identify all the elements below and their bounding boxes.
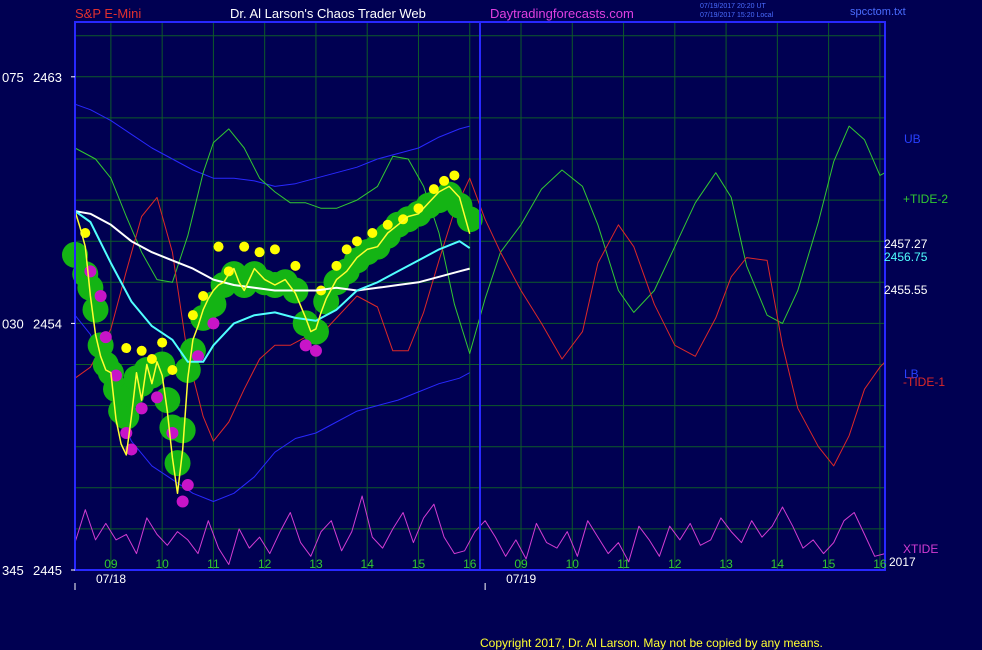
yellow-marker (290, 260, 301, 271)
yellow-marker (331, 260, 342, 271)
x-tick-label: 14 (771, 557, 785, 571)
yellow-marker (167, 364, 178, 375)
yellow-marker (187, 310, 198, 321)
chaos-trader-chart: 075 2463 030 2454 345 2445 09 10 11 12 13 14 15 16 09 1… (0, 0, 982, 650)
magenta-marker (181, 479, 194, 492)
x-tick-label: 10 (155, 557, 169, 571)
y-tick-label: 2454 (33, 316, 62, 331)
x-tick-label: 09 (104, 557, 118, 571)
copyright-notice: Copyright 2017, Dr. Al Larson. May not b… (480, 636, 823, 650)
green-marker (164, 450, 191, 477)
date-label: 07/18 (96, 572, 126, 586)
x-tick-label: 10 (566, 557, 580, 571)
magenta-marker (207, 317, 220, 330)
x-tick-label: 16 (463, 557, 477, 571)
fast-ma-last-label: 2456.75 (884, 250, 928, 264)
magenta-marker (94, 290, 107, 302)
y-tick-prefix: 075 (2, 70, 24, 85)
green-marker (82, 296, 109, 323)
magenta-marker (151, 391, 164, 404)
x-tick-label: 11 (617, 557, 630, 571)
chart-title: Dr. Al Larson's Chaos Trader Web (230, 6, 426, 21)
yellow-marker (239, 241, 250, 252)
x-tick-label: 13 (309, 557, 323, 571)
yellow-marker (351, 236, 362, 247)
ub-label: UB (904, 132, 921, 146)
yellow-marker (413, 203, 424, 214)
symbol-label: S&P E-Mini (75, 6, 141, 21)
timestamp-ut: 07/19/2017 20:20 UT (700, 3, 766, 10)
y-tick-prefix: 030 (2, 316, 24, 331)
date-label: 07/19 (506, 572, 536, 586)
x-tick-label: 15 (412, 557, 426, 571)
yellow-marker (269, 244, 280, 255)
magenta-marker (99, 331, 112, 344)
magenta-marker (166, 427, 179, 439)
data-file-name: spcctom.txt (850, 6, 906, 18)
yellow-marker (146, 354, 157, 365)
y-tick-label: 2463 (33, 70, 62, 85)
y-tick-prefix: 345 (2, 563, 24, 578)
chart-background (0, 0, 982, 650)
magenta-marker (192, 350, 205, 363)
xtide-label: XTIDE (903, 542, 938, 556)
magenta-marker (176, 495, 189, 508)
magenta-marker (84, 265, 97, 278)
yellow-marker (213, 241, 224, 252)
x-tick-label: 12 (258, 557, 272, 571)
yellow-marker (367, 227, 378, 238)
x-tick-label: 13 (719, 557, 733, 571)
yellow-marker (198, 291, 209, 301)
site-link[interactable]: Daytradingforecasts.com (490, 6, 634, 21)
tide2-label: +TIDE-2 (903, 192, 948, 206)
timestamp-local: 07/19/2017 15:20 Local (700, 12, 774, 19)
x-tick-label: 14 (361, 557, 375, 571)
magenta-marker (309, 344, 322, 357)
yellow-marker (449, 170, 460, 181)
yellow-marker (121, 343, 132, 354)
year-label: 2017 (889, 555, 916, 569)
y-tick-label: 2445 (33, 563, 62, 578)
price-last-label: 2457.27 (884, 237, 928, 251)
x-tick-label: 09 (514, 557, 528, 571)
slow-ma-last-label: 2455.55 (884, 283, 928, 297)
x-tick-label: 12 (668, 557, 682, 571)
x-tick-label: 15 (822, 557, 836, 571)
green-marker (456, 206, 483, 233)
tide1-label: -TIDE-1 (903, 375, 945, 389)
yellow-marker (254, 247, 265, 258)
yellow-marker (341, 244, 352, 255)
x-tick-label: 16 (873, 557, 887, 571)
yellow-marker (136, 345, 147, 356)
magenta-marker (299, 339, 312, 352)
yellow-marker (439, 175, 450, 186)
yellow-marker (157, 337, 168, 348)
magenta-marker (135, 402, 148, 415)
yellow-marker (382, 219, 393, 230)
x-tick-label: 11 (207, 557, 220, 571)
